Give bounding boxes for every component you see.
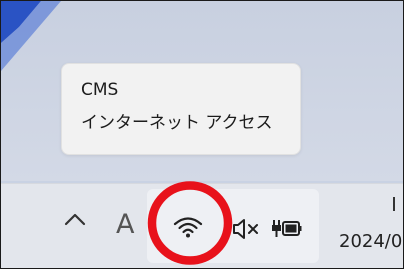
screenshot-frame: CMS インターネット アクセス A 2024/0 — [0, 0, 404, 269]
ime-indicator[interactable]: A — [116, 209, 134, 241]
network-name: CMS — [81, 80, 119, 100]
chevron-up-icon — [64, 213, 86, 226]
battery-button[interactable] — [271, 217, 303, 245]
highlight-annotation — [145, 177, 235, 268]
show-hidden-icons-button[interactable] — [64, 211, 86, 230]
network-status: インターネット アクセス — [81, 113, 273, 133]
volume-button[interactable] — [232, 218, 262, 244]
clock-time-partial — [393, 197, 395, 211]
speaker-muted-icon — [233, 219, 258, 239]
clock-date[interactable]: 2024/0 — [339, 231, 402, 252]
network-tooltip: CMS インターネット アクセス — [61, 63, 301, 155]
battery-charging-icon — [272, 220, 302, 237]
red-circle-annotation — [147, 181, 233, 265]
